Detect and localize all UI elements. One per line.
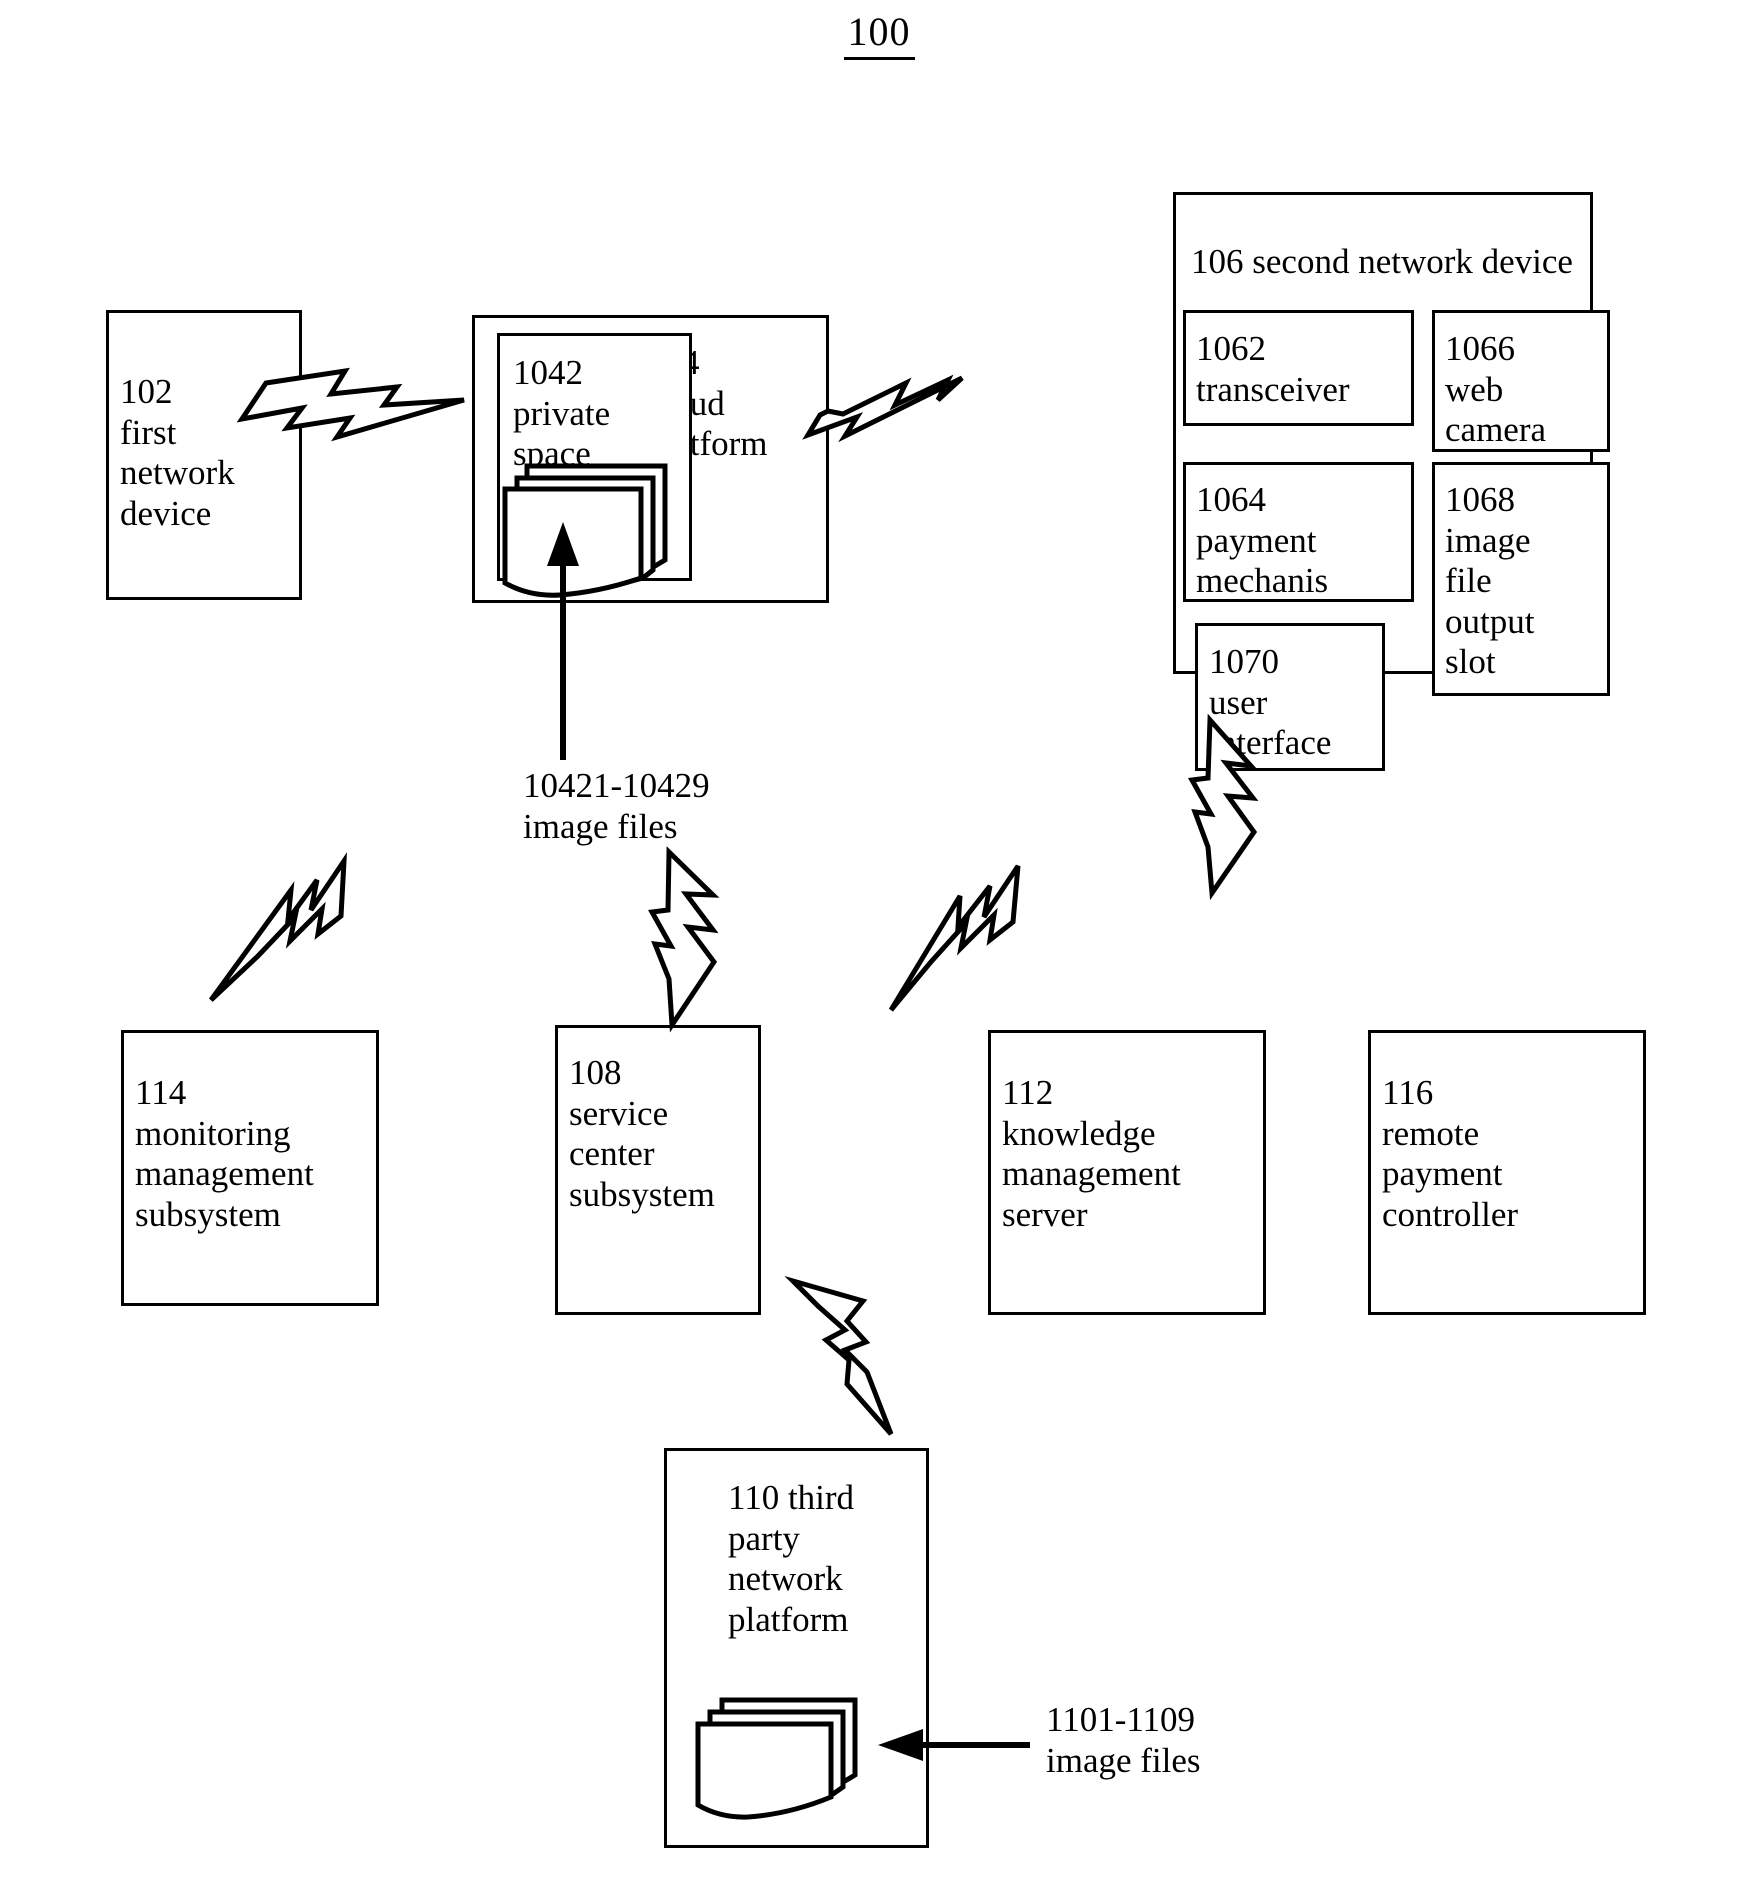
label-knowledge-management-server: 112 knowledge management server [1002, 1073, 1181, 1234]
callout-cloud-image-files: 10421-10429 image files [523, 766, 710, 846]
figure-number: 100 [0, 8, 1758, 60]
label-first-network-device: 102 first network device [120, 372, 235, 533]
lightning-bolt-icon-108-to-104 [648, 846, 720, 1033]
lightning-bolt-icon-112-to-106 [888, 864, 1021, 1012]
label-payment-mechanism: 1064 payment mechanis [1196, 480, 1329, 601]
label-web-camera: 1066 web camera [1445, 329, 1547, 450]
label-private-space: 1042 private space [513, 353, 611, 474]
label-user-interface: 1070 user interface [1209, 642, 1332, 763]
callout-third-party-image-files: 1101-1109 image files [1046, 1700, 1201, 1780]
label-transceiver: 1062 transceiver [1196, 329, 1350, 409]
label-image-file-output-slot: 1068 image file output slot [1445, 480, 1535, 682]
label-third-party-network-platform: 110 third party network platform [728, 1478, 855, 1639]
label-second-network-device: 106 second network device [1191, 242, 1573, 281]
lightning-bolt-icon-114-to-104 [208, 852, 347, 1002]
lightning-bolt-icon-104-to-106 [802, 374, 964, 443]
lightning-bolt-icon-108-to-110 [784, 1275, 894, 1436]
label-service-center-subsystem: 108 service center subsystem [569, 1053, 715, 1214]
label-remote-payment-controller: 116 remote payment controller [1382, 1073, 1519, 1234]
label-monitoring-management-subsystem: 114 monitoring management subsystem [135, 1073, 314, 1234]
patent-figure-canvas: 100 102 first network device 104 cloud p… [0, 0, 1758, 1904]
